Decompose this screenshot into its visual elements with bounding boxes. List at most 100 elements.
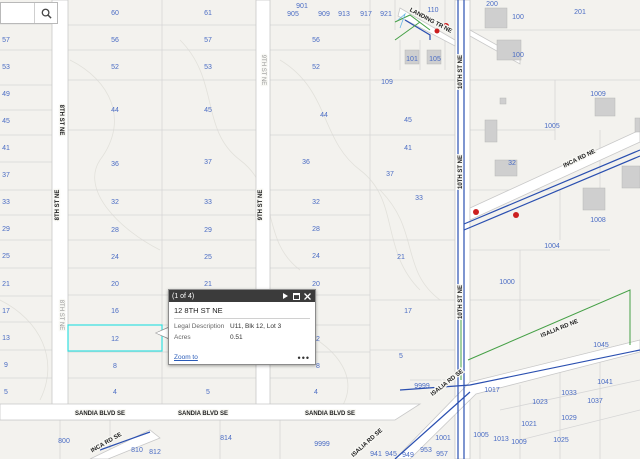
more-options-button[interactable]: ••• — [298, 353, 310, 362]
lot-number-label: 1037 — [587, 398, 603, 405]
lot-number-label: 56 — [312, 37, 320, 44]
lot-number-label: 1013 — [493, 436, 509, 443]
field-value: U11, Blk 12, Lot 3 — [230, 323, 282, 330]
lot-number-label: 53 — [2, 64, 10, 71]
lot-number-label: 1005 — [544, 123, 560, 130]
feature-popup: (1 of 4) 12 8TH ST NE Legal Description … — [168, 289, 316, 365]
lot-number-label: 25 — [204, 254, 212, 261]
lot-number-label: 21 — [397, 254, 405, 261]
lot-number-label: 100 — [512, 52, 524, 59]
lot-number-label: 810 — [131, 447, 143, 454]
lot-number-label: 33 — [415, 195, 423, 202]
lot-number-label: 1017 — [484, 387, 500, 394]
lot-number-label: 1023 — [532, 399, 548, 406]
lot-number-label: 1041 — [597, 379, 613, 386]
play-right-icon — [283, 293, 288, 299]
lot-number-label: 5 — [4, 389, 8, 396]
lot-number-label: 200 — [486, 1, 498, 8]
lot-number-label: 28 — [312, 226, 320, 233]
street-label: 8TH ST NE — [58, 105, 64, 136]
street-label: 9TH ST NE — [258, 190, 264, 221]
lot-number-label: 109 — [381, 79, 393, 86]
lot-number-label: 21 — [204, 281, 212, 288]
lot-number-label: 8 — [316, 363, 320, 370]
lot-number-label: 921 — [380, 11, 392, 18]
lot-number-label: 45 — [404, 117, 412, 124]
popup-title: 12 8TH ST NE — [174, 306, 310, 319]
next-feature-button[interactable] — [280, 291, 290, 301]
lot-number-label: 17 — [2, 308, 10, 315]
lot-number-label: 16 — [111, 308, 119, 315]
lot-number-label: 9999 — [414, 383, 430, 390]
lot-number-label: 1009 — [590, 91, 606, 98]
popup-field-acres: Acres 0.51 — [174, 334, 310, 341]
lot-number-label: 44 — [320, 112, 328, 119]
lot-number-label: 37 — [386, 171, 394, 178]
lot-number-label: 110 — [427, 7, 438, 14]
lot-number-label: 57 — [204, 37, 212, 44]
street-label: 10TH ST NE — [458, 55, 464, 89]
lot-number-label: 800 — [58, 438, 70, 445]
search-icon — [41, 8, 52, 19]
lot-number-label: 32 — [508, 160, 516, 167]
street-label: 8TH ST NE — [55, 190, 61, 221]
street-label: SANDIA BLVD SE — [178, 411, 228, 417]
lot-number-label: 901 — [296, 3, 308, 10]
lot-number-label: 29 — [2, 226, 10, 233]
field-value: 0.51 — [230, 334, 243, 341]
lot-number-label: 60 — [111, 10, 119, 17]
maximize-button[interactable] — [291, 291, 301, 301]
lot-number-label: 949 — [402, 452, 414, 459]
lot-number-label: 44 — [111, 107, 119, 114]
lot-number-label: 32 — [312, 199, 320, 206]
lot-number-label: 33 — [2, 199, 10, 206]
popup-feature-count: (1 of 4) — [172, 292, 195, 300]
lot-number-label: 32 — [111, 199, 119, 206]
lot-number-label: 52 — [312, 64, 320, 71]
lot-number-label: 24 — [111, 254, 119, 261]
lot-number-label: 37 — [204, 159, 212, 166]
lot-number-label: 957 — [436, 451, 448, 458]
lot-number-label: 56 — [111, 37, 119, 44]
street-label: 10TH ST NE — [458, 285, 464, 319]
lot-number-label: 1009 — [511, 439, 527, 446]
lot-number-label: 105 — [429, 56, 441, 63]
lot-number-label: 28 — [111, 227, 119, 234]
lot-number-label: 812 — [149, 449, 161, 456]
lot-number-label: 20 — [111, 281, 119, 288]
map-canvas[interactable]: 8TH ST NE 8TH ST NE 8TH ST NE 9TH ST NE … — [0, 0, 640, 459]
field-label: Acres — [174, 334, 191, 341]
close-button[interactable] — [302, 291, 312, 301]
lot-number-label: 52 — [111, 64, 119, 71]
lot-number-label: 17 — [404, 308, 412, 315]
maximize-icon — [292, 292, 300, 300]
street-label: SANDIA BLVD SE — [75, 411, 125, 417]
lot-number-label: 1029 — [561, 415, 577, 422]
lot-number-label: 45 — [204, 107, 212, 114]
search-button[interactable] — [34, 3, 57, 23]
close-icon — [303, 292, 311, 300]
lot-number-label: 5 — [399, 353, 403, 360]
lot-number-label: 101 — [406, 56, 418, 63]
lot-number-label: 1000 — [499, 279, 515, 286]
lot-number-label: 2 — [316, 336, 320, 343]
lot-number-label: 12 — [111, 336, 119, 343]
lot-number-label: 29 — [204, 227, 212, 234]
street-label: 8TH ST NE — [58, 300, 64, 331]
lot-number-label: 1008 — [590, 217, 606, 224]
zoom-to-link[interactable]: Zoom to — [174, 354, 198, 361]
field-label: Legal Description — [174, 323, 225, 330]
lot-number-label: 36 — [302, 159, 310, 166]
search-box[interactable] — [0, 2, 58, 24]
lot-number-label: 20 — [312, 281, 320, 288]
lot-number-label: 814 — [220, 435, 232, 442]
lot-number-label: 913 — [338, 11, 350, 18]
lot-number-label: 57 — [2, 37, 10, 44]
lot-number-label: 953 — [420, 447, 432, 454]
popup-footer: Zoom to ••• — [174, 353, 310, 362]
lot-number-label: 1033 — [561, 390, 577, 397]
lot-number-label: 941 — [370, 451, 382, 458]
popup-pointer — [155, 327, 168, 339]
lot-number-label: 45 — [2, 118, 10, 125]
lot-number-label: 1021 — [521, 421, 537, 428]
